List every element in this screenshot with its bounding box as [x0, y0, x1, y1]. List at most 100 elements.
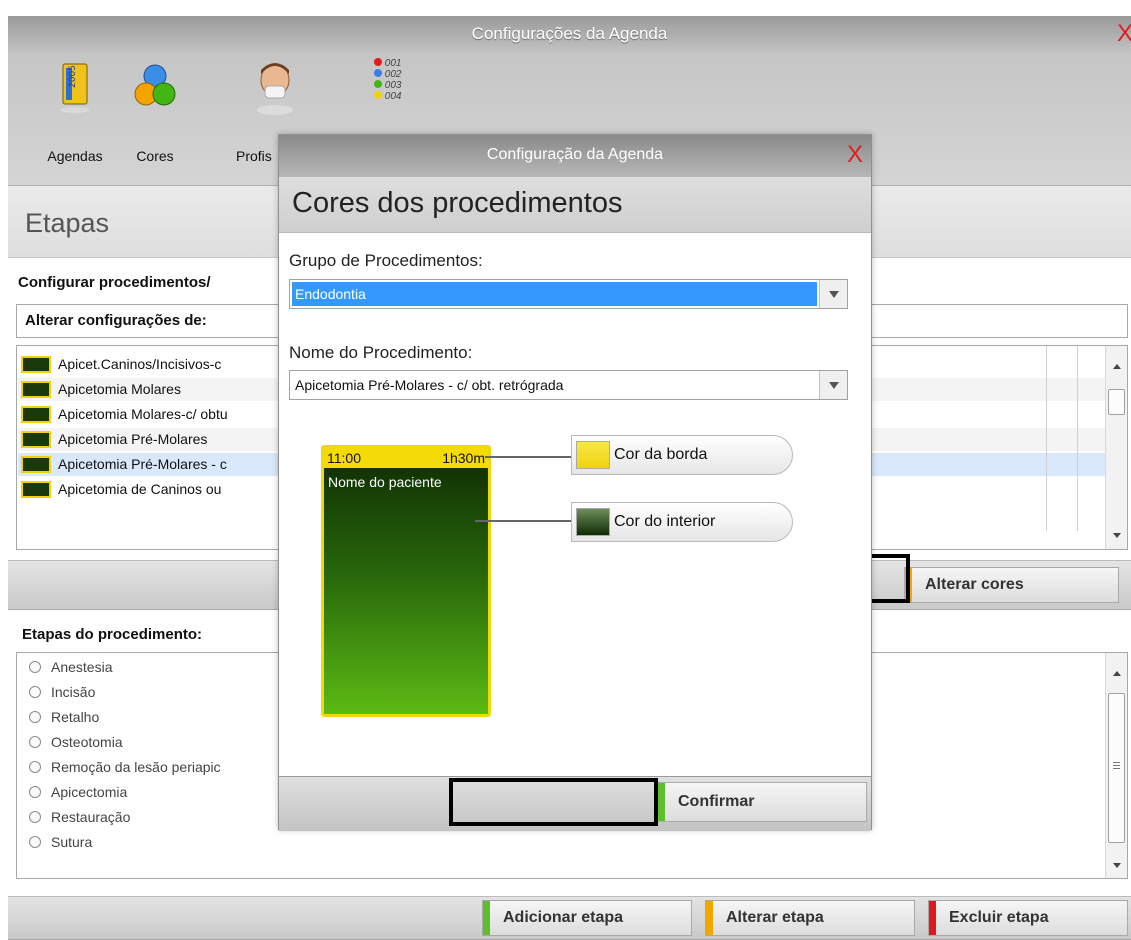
group-select-value: Endodontia	[292, 282, 817, 306]
list-item-label: Apicetomia de Caninos ou	[58, 481, 222, 497]
close-icon[interactable]: X	[1117, 20, 1131, 48]
scroll-thumb[interactable]	[1108, 693, 1125, 843]
agenda-2005-book-icon: 2005	[45, 56, 105, 116]
name-label: Nome do Procedimento:	[289, 343, 473, 362]
red-accent	[929, 901, 936, 935]
list-item-label: Apicetomia Molares	[58, 381, 181, 397]
section-title: Etapas	[25, 208, 110, 238]
toolbar-cores-button[interactable]: Cores	[120, 56, 190, 164]
color-swatch	[21, 381, 51, 398]
dialog-titlebar: Configuração da Agenda X	[279, 135, 871, 177]
radio-icon[interactable]	[29, 711, 41, 723]
chevron-down-icon[interactable]	[819, 371, 847, 399]
column-divider	[1046, 346, 1047, 531]
step-item[interactable]: Sutura	[29, 831, 92, 853]
step-item[interactable]: Incisão	[29, 681, 95, 703]
preview-time: 11:00	[327, 450, 361, 466]
color-swatch	[21, 431, 51, 448]
highlight-box	[449, 778, 658, 826]
group-select[interactable]: Endodontia	[289, 279, 848, 309]
step-item[interactable]: Remoção da lesão periapic	[29, 756, 221, 778]
dialog-title: Configuração da Agenda	[486, 146, 664, 163]
step-item[interactable]: Restauração	[29, 806, 130, 828]
edit-step-label: Alterar etapa	[726, 909, 824, 926]
step-item[interactable]: Apicectomia	[29, 781, 127, 803]
radio-icon[interactable]	[29, 736, 41, 748]
dentist-professional-icon	[245, 56, 305, 116]
border-color-button[interactable]: Cor da borda	[571, 435, 793, 475]
add-step-label: Adicionar etapa	[503, 909, 624, 926]
preview-patient-name: Nome do paciente	[328, 474, 442, 490]
radio-icon[interactable]	[29, 761, 41, 773]
toolbar-profissionais-button[interactable]: Profis	[236, 56, 310, 164]
toolbar-agendas-button[interactable]: 2005 Agendas	[40, 56, 110, 164]
color-circles-icon	[125, 56, 185, 116]
dialog-header: Cores dos procedimentos	[279, 177, 871, 233]
appointment-preview-card: 11:00 1h30m Nome do paciente	[321, 445, 491, 717]
close-icon[interactable]: X	[847, 141, 863, 169]
list-item-label: Apicet.Caninos/Incisivos-c	[58, 356, 222, 372]
priority-code: 001	[384, 58, 402, 69]
yellow-swatch	[576, 441, 610, 469]
radio-icon[interactable]	[29, 686, 41, 698]
step-label: Apicectomia	[51, 784, 128, 800]
numbered-priority-list-icon[interactable]: 001 002 003 004	[374, 58, 424, 132]
step-label: Restauração	[51, 809, 131, 825]
scroll-thumb[interactable]	[1108, 389, 1125, 415]
step-label: Incisão	[51, 684, 96, 700]
scroll-down-icon[interactable]	[1113, 863, 1121, 868]
dialog-heading: Cores dos procedimentos	[292, 187, 623, 219]
border-color-label: Cor da borda	[614, 446, 708, 463]
radio-icon[interactable]	[29, 811, 41, 823]
color-swatch	[21, 481, 51, 498]
alter-config-label: Alterar configurações de:	[25, 312, 207, 329]
radio-icon[interactable]	[29, 836, 41, 848]
alter-colors-button[interactable]: Alterar cores	[904, 567, 1119, 603]
priority-code: 004	[384, 91, 402, 102]
interior-color-button[interactable]: Cor do interior	[571, 502, 793, 542]
alter-colors-label: Alterar cores	[925, 576, 1024, 593]
dark-green-swatch	[576, 508, 610, 536]
scroll-up-icon[interactable]	[1113, 671, 1121, 676]
preview-header: 11:00 1h30m	[324, 448, 488, 468]
green-accent	[483, 901, 490, 935]
delete-step-button[interactable]: Excluir etapa	[928, 900, 1128, 936]
step-item[interactable]: Anestesia	[29, 656, 112, 678]
priority-code: 002	[384, 69, 402, 80]
step-label: Sutura	[51, 834, 93, 850]
radio-icon[interactable]	[29, 786, 41, 798]
radio-icon[interactable]	[29, 661, 41, 673]
step-label: Retalho	[51, 709, 100, 725]
list-item-label: Apicetomia Molares-c/ obtu	[58, 406, 228, 422]
green-accent	[658, 783, 665, 821]
add-step-button[interactable]: Adicionar etapa	[482, 900, 692, 936]
scroll-up-icon[interactable]	[1113, 364, 1121, 369]
configure-procedures-label: Configurar procedimentos/	[18, 274, 211, 291]
procedures-scrollbar[interactable]	[1105, 346, 1127, 549]
priority-code: 003	[384, 80, 402, 91]
procedure-name-value: Apicetomia Pré-Molares - c/ obt. retrógr…	[295, 377, 564, 393]
steps-scrollbar[interactable]	[1105, 653, 1127, 878]
confirm-button[interactable]: Confirmar	[657, 782, 867, 822]
chevron-down-icon[interactable]	[819, 280, 847, 308]
toolbar-label-agendas: Agendas	[47, 148, 103, 164]
column-divider	[1077, 346, 1078, 531]
window-title: Configurações da Agenda	[471, 24, 668, 43]
delete-step-label: Excluir etapa	[949, 909, 1049, 926]
interior-color-label: Cor do interior	[614, 513, 716, 530]
orange-accent	[706, 901, 713, 935]
edit-step-button[interactable]: Alterar etapa	[705, 900, 915, 936]
bottom-actions-bar: Adicionar etapa Alterar etapa Excluir et…	[8, 896, 1131, 940]
color-swatch	[21, 406, 51, 423]
scroll-down-icon[interactable]	[1113, 533, 1121, 538]
step-item[interactable]: Retalho	[29, 706, 99, 728]
step-item[interactable]: Osteotomia	[29, 731, 123, 753]
procedure-name-select[interactable]: Apicetomia Pré-Molares - c/ obt. retrógr…	[289, 370, 848, 400]
list-item-label: Apicetomia Pré-Molares - c	[58, 456, 227, 472]
step-label: Anestesia	[51, 659, 113, 675]
list-item-label: Apicetomia Pré-Molares	[58, 431, 208, 447]
group-label: Grupo de Procedimentos:	[289, 251, 483, 270]
steps-label: Etapas do procedimento:	[22, 626, 203, 643]
color-swatch	[21, 356, 51, 373]
svg-text:2005: 2005	[68, 65, 78, 88]
